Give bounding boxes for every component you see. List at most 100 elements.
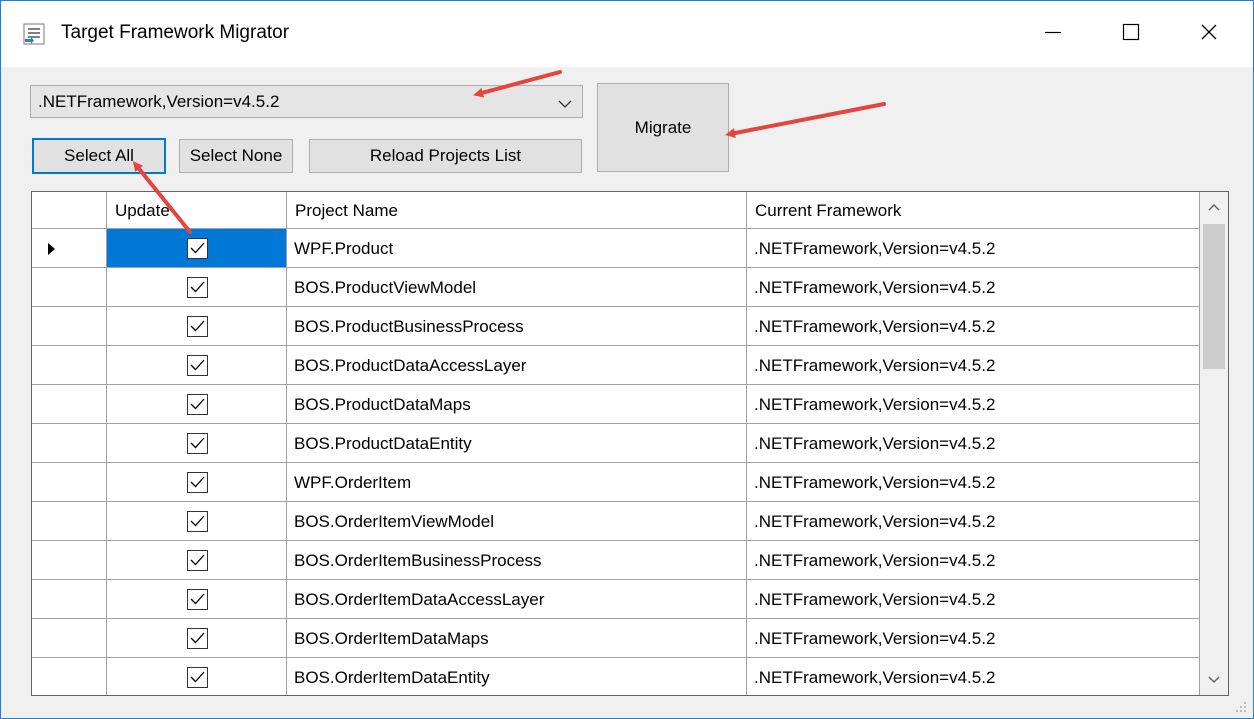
table-row[interactable]: BOS.ProductViewModel .NETFramework,Versio…: [32, 268, 1200, 307]
update-cell[interactable]: [107, 541, 287, 580]
current-row-pointer-icon: [48, 243, 55, 255]
update-checkbox[interactable]: [187, 238, 208, 259]
title-bar[interactable]: Target Framework Migrator: [1, 1, 1253, 67]
update-checkbox[interactable]: [187, 316, 208, 337]
project-name-cell[interactable]: BOS.OrderItemBusinessProcess: [287, 541, 747, 580]
row-header-corner: [32, 192, 107, 229]
table-row[interactable]: BOS.OrderItemDataEntity .NETFramework,Ver…: [32, 658, 1200, 695]
project-name-cell[interactable]: BOS.ProductDataMaps: [287, 385, 747, 424]
row-header[interactable]: [32, 385, 107, 424]
row-header[interactable]: [32, 307, 107, 346]
row-header[interactable]: [32, 463, 107, 502]
row-header[interactable]: [32, 346, 107, 385]
checkmark-icon: [190, 515, 205, 527]
row-header[interactable]: [32, 541, 107, 580]
current-framework-cell[interactable]: .NETFramework,Version=v4.5.2: [747, 619, 1200, 658]
update-checkbox[interactable]: [187, 667, 208, 688]
update-cell[interactable]: [107, 385, 287, 424]
resize-grip-icon[interactable]: [1235, 700, 1247, 718]
project-name-cell[interactable]: BOS.OrderItemDataEntity: [287, 658, 747, 695]
vertical-scrollbar[interactable]: [1200, 192, 1228, 695]
maximize-button[interactable]: [1091, 1, 1171, 67]
project-name-cell[interactable]: BOS.OrderItemViewModel: [287, 502, 747, 541]
row-header[interactable]: [32, 502, 107, 541]
current-framework-cell[interactable]: .NETFramework,Version=v4.5.2: [747, 346, 1200, 385]
project-name-cell[interactable]: BOS.ProductViewModel: [287, 268, 747, 307]
target-framework-dropdown[interactable]: .NETFramework,Version=v4.5.2: [30, 85, 583, 118]
minimize-button[interactable]: [1013, 1, 1093, 67]
row-header[interactable]: [32, 580, 107, 619]
current-framework-cell[interactable]: .NETFramework,Version=v4.5.2: [747, 385, 1200, 424]
column-header-project-name[interactable]: Project Name: [287, 192, 747, 229]
update-cell[interactable]: [107, 463, 287, 502]
update-cell[interactable]: [107, 424, 287, 463]
column-header-current-framework[interactable]: Current Framework: [747, 192, 1200, 229]
project-name-cell[interactable]: BOS.OrderItemDataMaps: [287, 619, 747, 658]
update-cell[interactable]: [107, 268, 287, 307]
project-name-cell[interactable]: WPF.OrderItem: [287, 463, 747, 502]
table-row[interactable]: BOS.OrderItemViewModel .NETFramework,Vers…: [32, 502, 1200, 541]
row-header[interactable]: [32, 229, 107, 268]
table-row[interactable]: BOS.ProductBusinessProcess .NETFramework,…: [32, 307, 1200, 346]
update-cell[interactable]: [107, 619, 287, 658]
scroll-up-button[interactable]: [1200, 192, 1228, 222]
update-cell[interactable]: [107, 346, 287, 385]
update-cell[interactable]: [107, 229, 287, 268]
table-row[interactable]: BOS.OrderItemDataMaps .NETFramework,Versi…: [32, 619, 1200, 658]
select-none-button[interactable]: Select None: [179, 139, 293, 173]
row-header[interactable]: [32, 424, 107, 463]
current-framework-cell[interactable]: .NETFramework,Version=v4.5.2: [747, 268, 1200, 307]
table-row[interactable]: BOS.ProductDataEntity .NETFramework,Versi…: [32, 424, 1200, 463]
update-cell[interactable]: [107, 658, 287, 695]
current-framework-cell[interactable]: .NETFramework,Version=v4.5.2: [747, 658, 1200, 695]
row-header[interactable]: [32, 268, 107, 307]
update-cell[interactable]: [107, 580, 287, 619]
scrollbar-thumb[interactable]: [1203, 224, 1225, 369]
current-framework-cell[interactable]: .NETFramework,Version=v4.5.2: [747, 229, 1200, 268]
update-cell[interactable]: [107, 502, 287, 541]
current-framework-cell[interactable]: .NETFramework,Version=v4.5.2: [747, 502, 1200, 541]
project-name-cell[interactable]: WPF.Product: [287, 229, 747, 268]
update-checkbox[interactable]: [187, 394, 208, 415]
update-checkbox[interactable]: [187, 472, 208, 493]
close-button[interactable]: [1169, 1, 1249, 67]
table-row[interactable]: BOS.OrderItemBusinessProcess .NETFramewor…: [32, 541, 1200, 580]
table-row[interactable]: WPF.Product .NETFramework,Version=v4.5.2: [32, 229, 1200, 268]
current-framework-cell[interactable]: .NETFramework,Version=v4.5.2: [747, 307, 1200, 346]
current-framework-cell[interactable]: .NETFramework,Version=v4.5.2: [747, 424, 1200, 463]
checkmark-icon: [190, 671, 205, 683]
maximize-icon: [1121, 22, 1141, 47]
table-row[interactable]: WPF.OrderItem .NETFramework,Version=v4.5.…: [32, 463, 1200, 502]
projects-grid[interactable]: Update Project Name Current Framework WP…: [31, 191, 1229, 696]
update-checkbox[interactable]: [187, 511, 208, 532]
project-name-cell[interactable]: BOS.ProductDataEntity: [287, 424, 747, 463]
update-checkbox[interactable]: [187, 550, 208, 571]
select-all-button[interactable]: Select All: [32, 138, 166, 174]
update-checkbox[interactable]: [187, 628, 208, 649]
current-framework-cell[interactable]: .NETFramework,Version=v4.5.2: [747, 463, 1200, 502]
migrate-button[interactable]: Migrate: [597, 83, 729, 172]
chevron-up-icon: [1208, 198, 1220, 216]
project-name-cell[interactable]: BOS.ProductBusinessProcess: [287, 307, 747, 346]
project-name-cell[interactable]: BOS.OrderItemDataAccessLayer: [287, 580, 747, 619]
scroll-down-button[interactable]: [1200, 665, 1228, 695]
update-checkbox[interactable]: [187, 433, 208, 454]
project-name-cell[interactable]: BOS.ProductDataAccessLayer: [287, 346, 747, 385]
update-cell[interactable]: [107, 307, 287, 346]
current-framework-text: .NETFramework,Version=v4.5.2: [754, 278, 996, 297]
current-framework-text: .NETFramework,Version=v4.5.2: [754, 395, 996, 414]
table-row[interactable]: BOS.ProductDataAccessLayer .NETFramework,…: [32, 346, 1200, 385]
chevron-down-icon: [1208, 671, 1220, 689]
row-header[interactable]: [32, 658, 107, 695]
current-framework-cell[interactable]: .NETFramework,Version=v4.5.2: [747, 541, 1200, 580]
update-checkbox[interactable]: [187, 589, 208, 610]
reload-projects-button[interactable]: Reload Projects List: [309, 139, 582, 173]
row-header[interactable]: [32, 619, 107, 658]
column-header-update[interactable]: Update: [107, 192, 287, 229]
update-checkbox[interactable]: [187, 277, 208, 298]
current-framework-cell[interactable]: .NETFramework,Version=v4.5.2: [747, 580, 1200, 619]
table-row[interactable]: BOS.ProductDataMaps .NETFramework,Version…: [32, 385, 1200, 424]
update-checkbox[interactable]: [187, 355, 208, 376]
table-row[interactable]: BOS.OrderItemDataAccessLayer .NETFramewor…: [32, 580, 1200, 619]
checkmark-icon: [190, 554, 205, 566]
